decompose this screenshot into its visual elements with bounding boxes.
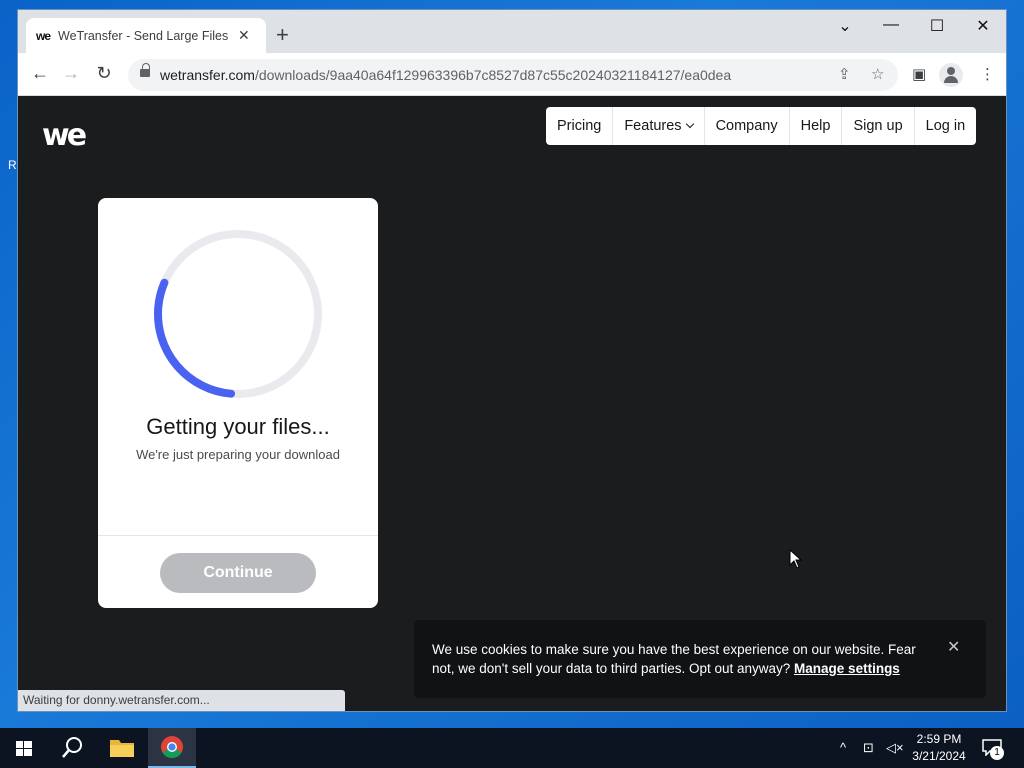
mouse-cursor-icon	[789, 549, 803, 569]
tab-close-icon[interactable]: ✕	[238, 27, 250, 44]
notification-count-badge: 1	[990, 746, 1004, 760]
new-tab-icon[interactable]: +	[276, 23, 289, 47]
profile-avatar-icon[interactable]	[939, 63, 963, 87]
close-window-icon[interactable]: ✕	[968, 16, 998, 36]
cookie-banner-text: We use cookies to make sure you have the…	[432, 642, 916, 676]
address-bar[interactable]: wetransfer.com/downloads/9aa40a64f129963…	[128, 59, 898, 91]
bookmark-star-icon[interactable]: ☆	[871, 65, 884, 83]
nav-features-label: Features	[624, 118, 682, 134]
page-content: we Pricing Features Company Help Sign up…	[18, 96, 1006, 711]
nav-signup[interactable]: Sign up	[842, 107, 915, 145]
card-title: Getting your files...	[146, 414, 330, 439]
network-icon[interactable]: ⊡	[863, 740, 874, 756]
cookie-close-icon[interactable]: ✕	[947, 637, 960, 657]
chevron-down-icon	[685, 119, 694, 129]
lock-icon[interactable]	[140, 63, 150, 79]
wetransfer-logo[interactable]: we	[42, 118, 87, 153]
tab-title: WeTransfer - Send Large Files &	[58, 28, 230, 43]
file-explorer-icon[interactable]	[98, 728, 146, 768]
share-icon[interactable]: ⇪	[838, 65, 851, 83]
windows-start-icon[interactable]	[0, 728, 48, 768]
kebab-menu-icon[interactable]: ⋮	[980, 65, 995, 83]
wetransfer-favicon-icon: we	[36, 28, 51, 43]
browser-toolbar: ← → ↻ wetransfer.com/downloads/9aa40a64f…	[18, 53, 1006, 96]
taskbar-clock[interactable]: 2:59 PM 3/21/2024	[906, 731, 972, 765]
download-card: Getting your files... We're just prepari…	[98, 198, 378, 608]
continue-button[interactable]: Continue	[160, 553, 316, 593]
reload-icon[interactable]: ↻	[92, 63, 116, 84]
url-text[interactable]: wetransfer.com/downloads/9aa40a64f129963…	[160, 67, 731, 83]
nav-pricing[interactable]: Pricing	[546, 107, 614, 145]
minimize-icon[interactable]: —	[876, 16, 906, 34]
loading-spinner	[154, 230, 322, 398]
desktop-edge-label: R	[8, 158, 17, 172]
spinner-progress-arc	[154, 230, 322, 398]
cookie-banner: We use cookies to make sure you have the…	[414, 620, 986, 698]
volume-muted-icon[interactable]: ◁×	[886, 740, 904, 756]
browser-window: we WeTransfer - Send Large Files & ✕ + ⌄…	[18, 10, 1006, 711]
card-divider	[98, 535, 378, 536]
card-subtitle: We're just preparing your download	[136, 447, 340, 462]
nav-help[interactable]: Help	[790, 107, 843, 145]
tray-chevron-up-icon[interactable]: ^	[840, 740, 846, 755]
forward-arrow-icon[interactable]: →	[59, 63, 83, 84]
clock-time: 2:59 PM	[916, 732, 962, 746]
top-navigation: Pricing Features Company Help Sign up Lo…	[546, 107, 977, 145]
tab-search-chevron-icon[interactable]: ⌄	[830, 16, 860, 36]
side-panel-icon[interactable]: ▣	[912, 65, 926, 83]
nav-features[interactable]: Features	[613, 107, 705, 145]
back-arrow-icon[interactable]: ←	[28, 63, 52, 84]
search-icon[interactable]	[48, 728, 96, 768]
browser-tab-active[interactable]: we WeTransfer - Send Large Files & ✕	[26, 18, 266, 53]
nav-company[interactable]: Company	[705, 107, 790, 145]
windows-taskbar: ^ ⊡ ◁× 2:59 PM 3/21/2024 1	[0, 728, 1024, 768]
maximize-icon[interactable]: ☐	[922, 16, 952, 36]
clock-date: 3/21/2024	[912, 749, 966, 763]
manage-settings-link[interactable]: Manage settings	[794, 661, 900, 676]
browser-status-bar: Waiting for donny.wetransfer.com...	[18, 690, 345, 711]
chrome-taskbar-icon[interactable]	[148, 728, 196, 768]
nav-login[interactable]: Log in	[915, 107, 977, 145]
browser-titlebar: we WeTransfer - Send Large Files & ✕ + ⌄…	[18, 10, 1006, 53]
